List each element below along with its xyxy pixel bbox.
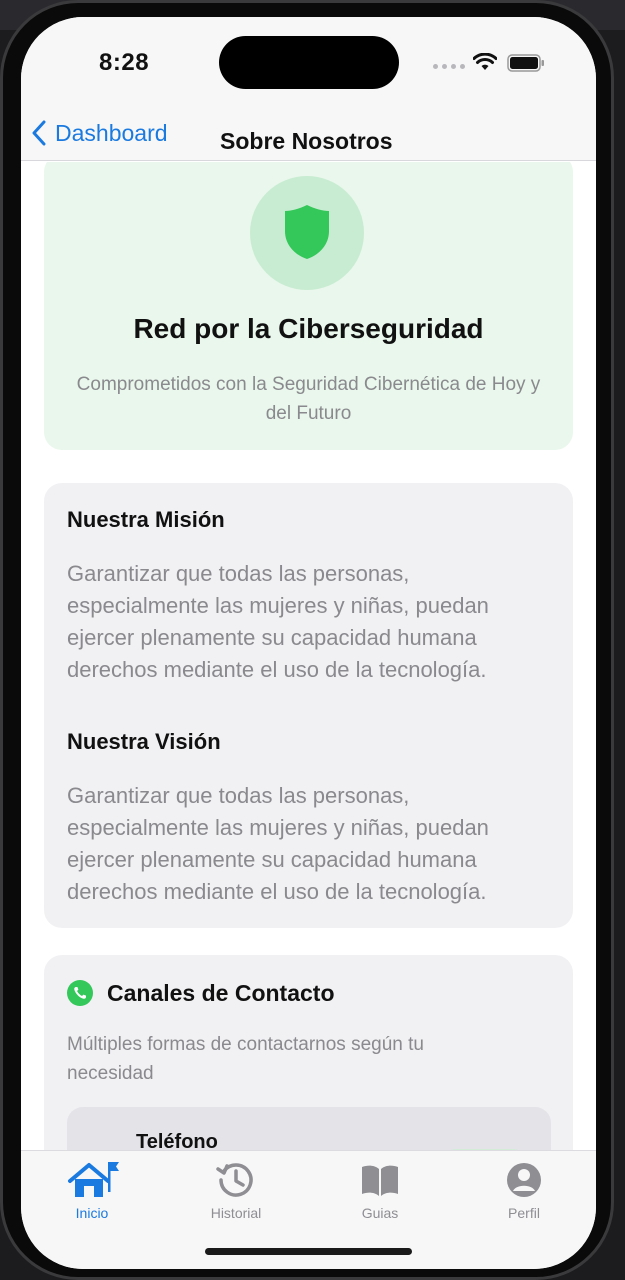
contact-card: Canales de Contacto Múltiples formas de … <box>44 955 573 1150</box>
tab-label: Perfil <box>508 1205 540 1221</box>
contact-item-label: Teléfono <box>136 1131 218 1150</box>
shield-icon <box>285 205 329 259</box>
back-button[interactable]: Dashboard <box>31 113 168 153</box>
tab-label: Historial <box>210 1205 262 1221</box>
mission-title: Nuestra Misión <box>67 507 225 532</box>
phone-screen: 8:28 Dashboard Sobre Nosotros Red por la… <box>21 17 596 1269</box>
mission-text: Garantizar que todas las personas, espec… <box>67 561 489 682</box>
dynamic-island <box>219 36 399 89</box>
hero-icon-circle <box>250 176 364 290</box>
tab-label: Guias <box>361 1205 399 1221</box>
contact-title: Canales de Contacto <box>107 980 335 1006</box>
profile-icon <box>507 1163 541 1197</box>
wifi-icon <box>473 53 497 70</box>
contact-item-phone[interactable]: Teléfono <box>67 1107 551 1150</box>
tab-perfil[interactable]: Perfil <box>469 1159 579 1223</box>
contact-description: Múltiples formas de contactarnos según t… <box>67 1034 424 1084</box>
back-button-label: Dashboard <box>55 119 168 146</box>
phone-icon <box>67 980 93 1006</box>
home-indicator[interactable] <box>205 1248 412 1255</box>
vision-title: Nuestra Visión <box>67 729 221 754</box>
vision-text: Garantizar que todas las personas, espec… <box>67 783 489 904</box>
chevron-left-icon <box>32 120 46 146</box>
status-bar: 8:28 <box>21 17 596 103</box>
page-title: Sobre Nosotros <box>220 128 393 154</box>
navigation-bar: Dashboard Sobre Nosotros <box>21 103 596 161</box>
tab-historial[interactable]: Historial <box>181 1159 291 1223</box>
signal-dots-icon <box>433 64 465 69</box>
scroll-content[interactable]: Red por la Ciberseguridad Comprometidos … <box>21 162 596 1150</box>
home-icon <box>68 1162 119 1197</box>
phone-frame: 8:28 Dashboard Sobre Nosotros Red por la… <box>0 0 614 1280</box>
tab-label: Inicio <box>75 1205 109 1221</box>
hero-subtitle: Comprometidos con la Seguridad Cibernéti… <box>76 374 541 424</box>
tab-inicio[interactable]: Inicio <box>37 1159 147 1223</box>
book-icon <box>362 1165 398 1196</box>
tab-guias[interactable]: Guias <box>325 1159 435 1223</box>
status-time: 8:28 <box>99 49 150 76</box>
hero-card: Red por la Ciberseguridad Comprometidos … <box>44 162 573 450</box>
history-icon <box>216 1163 253 1197</box>
mission-vision-card: Nuestra Misión Garantizar que todas las … <box>44 483 573 928</box>
hero-title: Red por la Ciberseguridad <box>133 313 484 344</box>
battery-icon <box>507 54 544 72</box>
